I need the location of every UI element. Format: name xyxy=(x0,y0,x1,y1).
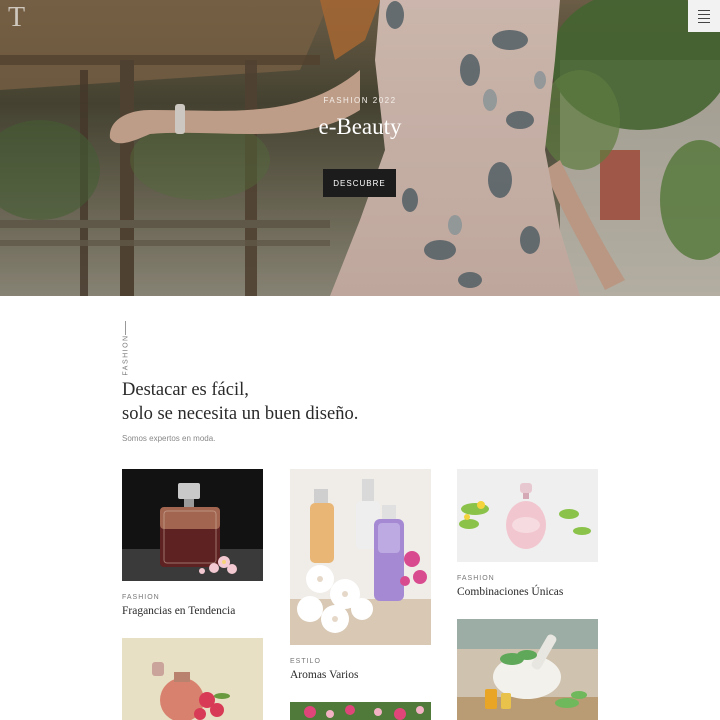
intro-heading-line-2: solo se necesita un buen diseño. xyxy=(122,404,359,424)
hamburger-icon-bar xyxy=(698,13,710,15)
hero-banner: T FASHION 2022 e-Beauty DESCUBRE xyxy=(0,0,720,296)
intro-subtitle: Somos expertos en moda. xyxy=(122,434,216,443)
card-category: ESTILO xyxy=(290,658,321,665)
card-image[interactable] xyxy=(290,469,431,645)
side-divider xyxy=(125,321,126,335)
card-category: FASHION xyxy=(122,594,160,601)
perfume-bottles-image xyxy=(290,469,431,645)
hero-kicker: FASHION 2022 xyxy=(323,96,397,105)
card-title[interactable]: Fragancias en Tendencia xyxy=(122,605,263,617)
card-title[interactable]: Aromas Varios xyxy=(290,669,431,681)
hero-overlay xyxy=(0,0,720,296)
card-category: FASHION xyxy=(457,575,495,582)
intro-heading: Destacar es fácil, solo se necesita un b… xyxy=(122,378,358,426)
hamburger-menu-button[interactable] xyxy=(688,0,720,32)
discover-button[interactable]: DESCUBRE xyxy=(323,169,396,197)
hamburger-icon-bar xyxy=(698,17,710,19)
card-partial-3[interactable] xyxy=(457,619,598,720)
card-aromas[interactable]: ESTILO Aromas Varios xyxy=(290,469,431,681)
hamburger-icon xyxy=(698,9,710,11)
card-fragancias[interactable]: FASHION Fragancias en Tendencia xyxy=(122,469,263,617)
site-logo[interactable]: T xyxy=(8,2,26,34)
side-label: FASHION xyxy=(122,334,130,376)
card-partial-1[interactable] xyxy=(122,638,263,720)
mortar-herbs-image xyxy=(457,619,598,720)
card-partial-2[interactable] xyxy=(290,702,431,720)
flowers-image xyxy=(290,702,431,720)
hero-title: e-Beauty xyxy=(318,114,402,139)
card-image[interactable] xyxy=(457,619,598,720)
card-image[interactable] xyxy=(290,702,431,720)
perfume-image xyxy=(122,469,263,581)
card-image[interactable] xyxy=(122,469,263,581)
intro-heading-line-1: Destacar es fácil, xyxy=(122,380,249,400)
perfume-bottle-image xyxy=(457,469,598,562)
card-title[interactable]: Combinaciones Únicas xyxy=(457,586,598,598)
card-image[interactable] xyxy=(457,469,598,562)
perfume-roses-image xyxy=(122,638,263,720)
hamburger-icon-bar xyxy=(698,21,710,23)
card-image[interactable] xyxy=(122,638,263,720)
card-combinaciones[interactable]: FASHION Combinaciones Únicas xyxy=(457,469,598,598)
